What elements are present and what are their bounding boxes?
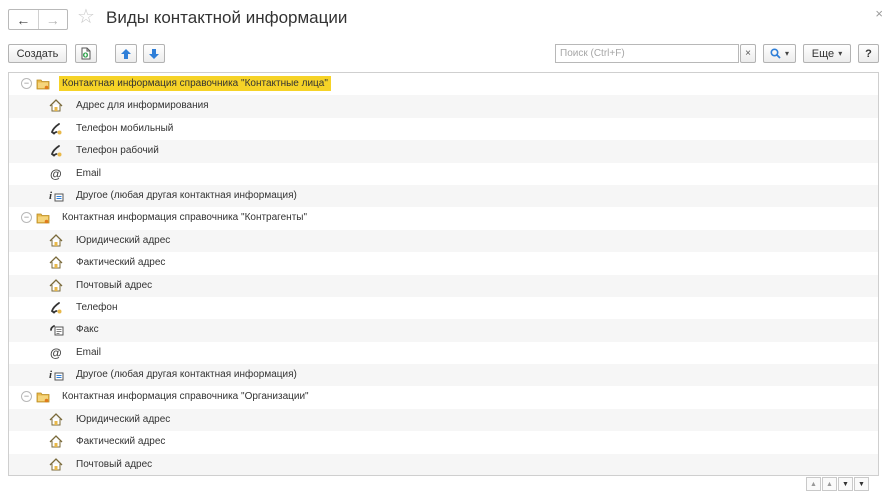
list-item[interactable]: i Другое (любая другая контактная информа… (9, 184, 878, 208)
address-icon (49, 256, 63, 272)
phone-icon (49, 144, 63, 160)
list-item[interactable]: Почтовый адрес (9, 453, 878, 475)
item-label: Телефон рабочий (76, 145, 159, 157)
address-icon (49, 412, 63, 429)
scroll-up-button[interactable]: ▲ (822, 477, 837, 491)
item-label: Адрес для информирования (76, 100, 209, 112)
svg-text:i: i (49, 190, 53, 202)
arrow-down-icon (149, 48, 159, 59)
group-label: Контактная информация справочника "Контр… (62, 212, 308, 224)
favorite-star-icon[interactable]: ☆ (77, 7, 95, 27)
list-item[interactable]: Телефон мобильный (9, 118, 878, 140)
page-title: Виды контактной информации (106, 8, 348, 27)
item-label: Фактический адрес (76, 257, 166, 269)
svg-text:i: i (49, 369, 53, 381)
item-label: Почтовый адрес (76, 458, 153, 470)
item-label: Телефон (76, 301, 118, 313)
chevron-down-icon: ▾ (784, 49, 789, 58)
arrow-up-icon (121, 48, 131, 59)
scroll-down-button[interactable]: ▼ (838, 477, 853, 491)
item-label: Email (76, 346, 102, 358)
email-icon: @ (49, 167, 63, 183)
item-label: Факс (76, 324, 99, 336)
list-item[interactable]: Фактический адрес (9, 431, 878, 453)
list-item[interactable]: i Другое (любая другая контактная информа… (9, 364, 878, 387)
list-scroll-controls: ▲ ▲ ▼ ▼ (806, 477, 869, 491)
item-label: Почтовый адрес (76, 279, 153, 291)
email-icon: @ (49, 346, 63, 362)
more-label: Еще (811, 47, 835, 60)
scroll-to-top-button[interactable]: ▲ (806, 477, 821, 491)
phone-icon (49, 122, 63, 138)
title-bar: ← → ☆ Виды контактной информации × (0, 0, 891, 38)
create-button[interactable]: Создать (8, 44, 67, 63)
folder-icon (36, 78, 50, 93)
copy-button[interactable] (75, 44, 97, 63)
item-label: Юридический адрес (76, 413, 171, 425)
move-down-button[interactable] (143, 44, 165, 63)
fax-icon (49, 323, 65, 339)
list-item[interactable]: Почтовый адрес (9, 274, 878, 297)
svg-text:@: @ (50, 167, 62, 180)
list-item[interactable]: Юридический адрес (9, 229, 878, 253)
list-item[interactable]: Факс (9, 319, 878, 342)
other-info-icon: i (49, 189, 65, 205)
list-item[interactable]: Телефон (9, 297, 878, 319)
collapse-toggle-icon[interactable]: − (21, 391, 32, 403)
list-item[interactable]: Фактический адрес (9, 252, 878, 274)
group-row[interactable]: − Контактная информация справочника "Орга… (9, 386, 878, 408)
contact-info-kinds-list[interactable]: − Контактная информация справочника "Конт… (8, 72, 879, 476)
item-label: Фактический адрес (76, 436, 166, 448)
item-label: Юридический адрес (76, 234, 171, 246)
item-label: Другое (любая другая контактная информац… (76, 369, 297, 381)
collapse-toggle-icon[interactable]: − (21, 78, 32, 89)
address-icon (49, 99, 63, 115)
folder-icon (36, 391, 50, 406)
back-button[interactable]: ← (9, 10, 38, 29)
item-label: Телефон мобильный (76, 122, 174, 134)
item-label: Email (76, 167, 102, 179)
item-label: Другое (любая другая контактная информац… (76, 189, 297, 201)
help-button[interactable]: ? (858, 44, 879, 63)
search-icon (770, 48, 781, 59)
chevron-down-icon: ▾ (838, 49, 843, 58)
navigation-buttons: ← → (8, 9, 68, 30)
scroll-to-bottom-button[interactable]: ▼ (854, 477, 869, 491)
other-info-icon: i (49, 368, 65, 384)
address-icon (49, 435, 63, 451)
address-icon (49, 457, 63, 474)
svg-text:@: @ (50, 346, 62, 359)
list-item[interactable]: Юридический адрес (9, 408, 878, 432)
group-row[interactable]: − Контактная информация справочника "Конт… (9, 73, 878, 95)
move-up-button[interactable] (115, 44, 137, 63)
list-item[interactable]: Телефон рабочий (9, 140, 878, 163)
phone-icon (49, 301, 63, 317)
folder-icon (36, 212, 50, 227)
more-menu-button[interactable]: Еще ▾ (803, 44, 851, 63)
group-label: Контактная информация справочника "Конта… (59, 76, 331, 91)
group-row[interactable]: − Контактная информация справочника "Конт… (9, 207, 878, 229)
list-rows: − Контактная информация справочника "Конт… (9, 73, 878, 475)
find-button[interactable]: ▾ (763, 44, 796, 63)
search-input[interactable] (555, 44, 739, 63)
address-icon (49, 233, 63, 250)
list-item[interactable]: Адрес для информирования (9, 95, 878, 118)
group-label: Контактная информация справочника "Орган… (62, 391, 309, 403)
close-button[interactable]: × (875, 6, 883, 21)
clear-search-button[interactable]: × (740, 44, 756, 63)
list-item[interactable]: @ Email (9, 163, 878, 185)
toolbar: Создать × ▾ Еще ▾ ? (0, 44, 891, 66)
address-icon (49, 278, 63, 295)
forward-button[interactable]: → (39, 10, 68, 29)
copy-icon (81, 47, 91, 60)
list-item[interactable]: @ Email (9, 342, 878, 364)
collapse-toggle-icon[interactable]: − (21, 212, 32, 224)
